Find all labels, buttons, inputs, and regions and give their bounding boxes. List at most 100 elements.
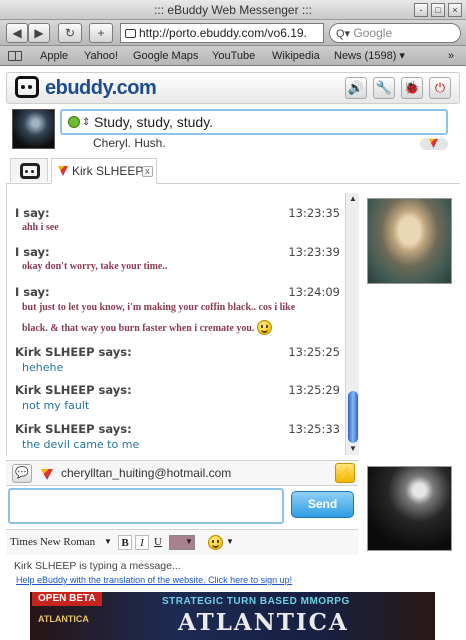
speaker-icon: 🔊 bbox=[347, 80, 365, 95]
msn-service-icon bbox=[420, 138, 448, 150]
maximize-button[interactable]: □ bbox=[431, 3, 445, 17]
site-favicon-icon bbox=[125, 29, 136, 38]
settings-button[interactable]: 🔧 bbox=[373, 77, 395, 99]
message-text: not my fault bbox=[22, 399, 90, 412]
message-time: 13:23:39 bbox=[288, 245, 340, 259]
ebuddy-logo: ebuddy.com bbox=[15, 76, 157, 100]
bookmark-news[interactable]: News (1598) ▾ bbox=[334, 46, 405, 66]
self-avatar bbox=[367, 466, 452, 551]
chat-tabs: Kirk SLHEEP x bbox=[6, 156, 460, 184]
message-text: but just to let you know, i'm making you… bbox=[22, 302, 296, 313]
chat-scrollbar[interactable]: ▲ ▼ bbox=[345, 193, 359, 455]
window-titlebar: ::: eBuddy Web Messenger ::: - □ × bbox=[0, 0, 466, 20]
message-text: the devil came to me bbox=[22, 438, 140, 451]
scroll-down-arrow-icon[interactable]: ▼ bbox=[346, 443, 360, 455]
contact-avatar bbox=[367, 198, 452, 284]
logout-button[interactable]: ⏻ bbox=[429, 77, 451, 99]
recipient-bar: 💬 cherylltan_huiting@hotmail.com ⚡ bbox=[6, 460, 358, 486]
window-controls: - □ × bbox=[414, 3, 462, 17]
ebuddy-header: ebuddy.com 🔊 🔧 🐞 ⏻ bbox=[6, 72, 460, 104]
message-sender: Kirk SLHEEP says: bbox=[15, 345, 132, 359]
message-time: 13:25:33 bbox=[288, 422, 340, 436]
advertisement-banner[interactable]: OPEN BETA ATLANTICA STRATEGIC TURN BASED… bbox=[30, 592, 435, 640]
power-icon: ⏻ bbox=[434, 80, 446, 95]
close-tab-button[interactable]: x bbox=[142, 166, 153, 177]
ebuddy-logo-icon bbox=[15, 76, 39, 98]
color-dropdown-icon[interactable]: ▼ bbox=[185, 537, 193, 546]
font-dropdown-icon[interactable]: ▼ bbox=[104, 537, 112, 546]
message-time: 13:25:29 bbox=[288, 383, 340, 397]
message-time: 13:24:09 bbox=[288, 285, 340, 299]
emoticon-picker[interactable] bbox=[208, 535, 223, 550]
address-bar[interactable]: http://porto.ebuddy.com/vo6.19. bbox=[120, 23, 324, 43]
banner-game-title: ATLANTICA bbox=[178, 609, 349, 636]
format-toolbar: Times New Roman ▼ B I U ▼ ▼ bbox=[6, 529, 358, 555]
back-button[interactable]: ◀ bbox=[6, 23, 28, 43]
search-placeholder: Google bbox=[353, 26, 393, 40]
bookmark-youtube[interactable]: YouTube bbox=[212, 46, 255, 66]
reload-button[interactable]: ↻ bbox=[58, 23, 82, 43]
bookmarks-bar: Apple Yahoo! Google Maps YouTube Wikiped… bbox=[0, 46, 466, 66]
search-icon: Q▾ bbox=[336, 28, 351, 40]
minimize-button[interactable]: - bbox=[414, 3, 428, 17]
lightning-icon: ⚡ bbox=[337, 466, 353, 480]
bookmark-google-maps[interactable]: Google Maps bbox=[133, 46, 198, 66]
translation-help-link[interactable]: Help eBuddy with the translation of the … bbox=[16, 575, 292, 585]
status-dropdown-icon[interactable]: ⇕ bbox=[82, 112, 90, 134]
send-button[interactable]: Send bbox=[291, 491, 354, 518]
online-status-icon[interactable] bbox=[68, 116, 80, 128]
bookmark-apple[interactable]: Apple bbox=[40, 46, 68, 66]
scrollbar-thumb[interactable] bbox=[348, 391, 358, 443]
display-nickname[interactable]: Cheryl. Hush. bbox=[93, 136, 166, 150]
msn-recipient-icon bbox=[41, 469, 53, 480]
message-input[interactable] bbox=[8, 488, 284, 524]
ebuddy-home-icon bbox=[20, 163, 40, 179]
tab-contact-kirk[interactable]: Kirk SLHEEP x bbox=[51, 158, 157, 184]
recipient-address: cherylltan_huiting@hotmail.com bbox=[61, 466, 232, 480]
browser-toolbar: ◀ ▶ ↻ + http://porto.ebuddy.com/vo6.19. … bbox=[0, 20, 466, 46]
close-window-button[interactable]: × bbox=[448, 3, 462, 17]
font-select[interactable]: Times New Roman bbox=[10, 536, 95, 548]
add-contact-to-chat-button[interactable]: 💬 bbox=[12, 464, 32, 483]
typing-indicator: Kirk SLHEEP is typing a message... bbox=[14, 560, 181, 572]
nudge-button[interactable]: ⚡ bbox=[335, 463, 355, 483]
smiley-icon bbox=[208, 535, 223, 550]
underline-button[interactable]: U bbox=[151, 535, 165, 550]
smiley-emoticon-icon bbox=[256, 320, 272, 335]
message-text-continued: black. & that way you burn faster when i… bbox=[22, 320, 272, 335]
status-message-field[interactable]: ⇕ Study, study, study. bbox=[60, 109, 448, 135]
banner-logo: ATLANTICA bbox=[38, 614, 89, 624]
tab-home[interactable] bbox=[10, 158, 48, 182]
bookmark-yahoo[interactable]: Yahoo! bbox=[84, 46, 118, 66]
bookmarks-book-icon[interactable] bbox=[8, 51, 22, 61]
message-sender: I say: bbox=[15, 206, 50, 220]
bold-button[interactable]: B bbox=[118, 535, 132, 550]
ebuddy-logo-text: ebuddy.com bbox=[45, 77, 157, 99]
add-bookmark-button[interactable]: + bbox=[89, 23, 113, 43]
self-avatar-small[interactable] bbox=[12, 109, 55, 149]
scroll-up-arrow-icon[interactable]: ▲ bbox=[346, 193, 360, 205]
wrench-icon: 🔧 bbox=[375, 80, 393, 95]
window-title: ::: eBuddy Web Messenger ::: bbox=[154, 3, 312, 17]
bookmark-wikipedia[interactable]: Wikipedia bbox=[272, 46, 320, 66]
bookmarks-overflow[interactable]: » bbox=[448, 46, 454, 66]
message-sender: Kirk SLHEEP says: bbox=[15, 422, 132, 436]
message-sender: I say: bbox=[15, 245, 50, 259]
emoticon-dropdown-icon[interactable]: ▼ bbox=[226, 537, 234, 546]
message-text: okay don't worry, take your time.. bbox=[22, 261, 168, 272]
sound-button[interactable]: 🔊 bbox=[345, 77, 367, 99]
italic-button[interactable]: I bbox=[135, 535, 149, 550]
message-text-line2: black. & that way you burn faster when i… bbox=[22, 323, 255, 334]
message-time: 13:23:35 bbox=[288, 206, 340, 220]
message-text: ahh i see bbox=[22, 222, 59, 233]
message-time: 13:25:25 bbox=[288, 345, 340, 359]
search-field[interactable]: Q▾ Google bbox=[329, 23, 461, 43]
chat-panel: I say: 13:23:35 ahh i see I say: 13:23:3… bbox=[6, 184, 362, 456]
message-sender: I say: bbox=[15, 285, 50, 299]
message-text: hehehe bbox=[22, 361, 64, 374]
tab-contact-label: Kirk SLHEEP bbox=[72, 164, 144, 178]
bug-report-button[interactable]: 🐞 bbox=[401, 77, 423, 99]
message-sender: Kirk SLHEEP says: bbox=[15, 383, 132, 397]
forward-button[interactable]: ▶ bbox=[28, 23, 50, 43]
status-message-text: Study, study, study. bbox=[94, 114, 214, 130]
